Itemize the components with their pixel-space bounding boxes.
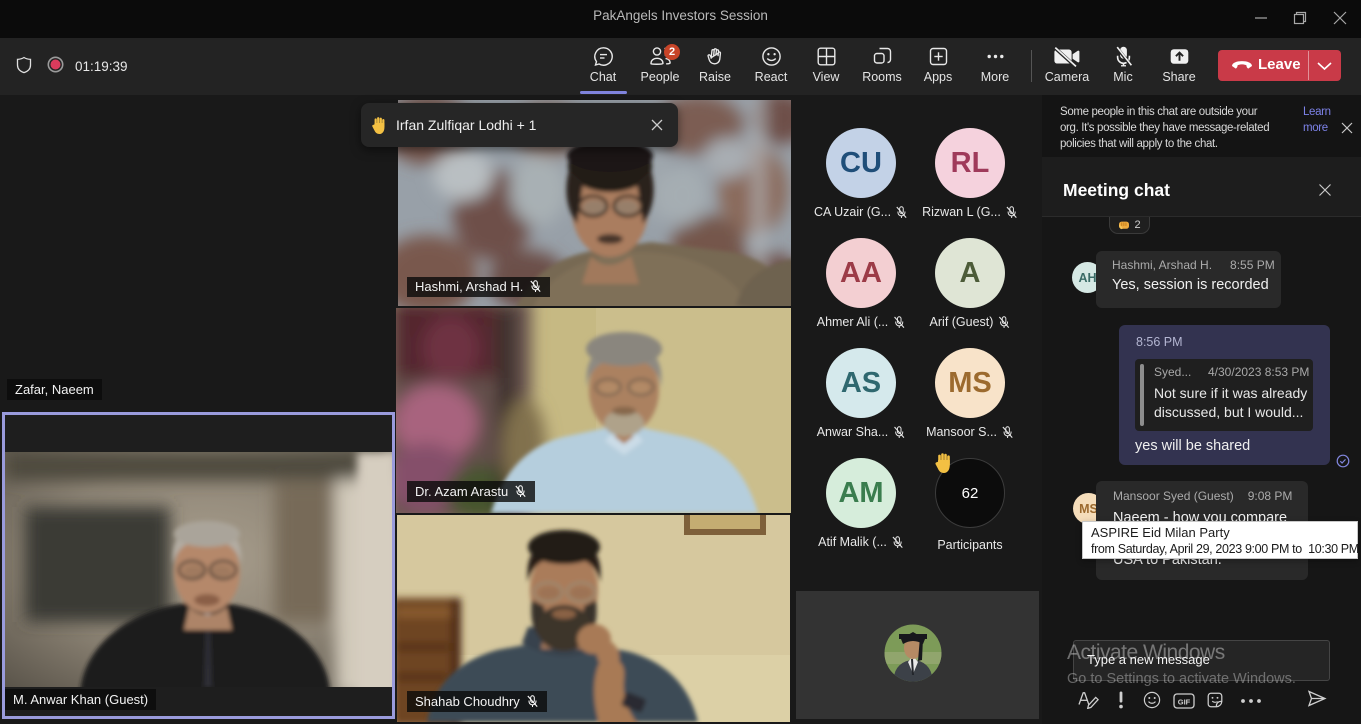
svg-text:GIF: GIF (1178, 698, 1191, 707)
